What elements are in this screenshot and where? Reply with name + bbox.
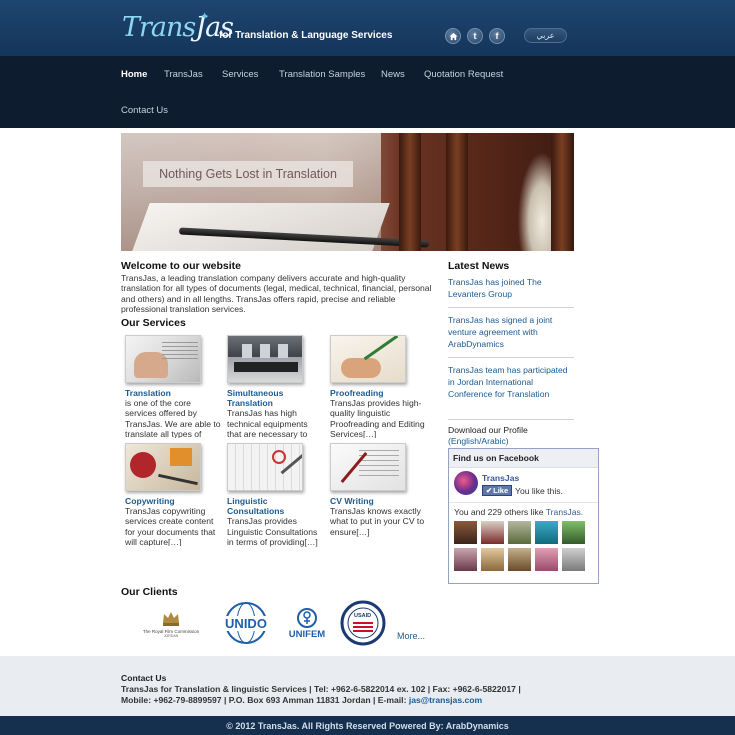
nav-item-quotation-request[interactable]: Quotation Request [424,69,503,80]
facebook-page-name[interactable]: TransJas [482,473,519,483]
nav-item-translation-samples[interactable]: Translation Samples [279,69,365,80]
footer-contact-heading: Contact Us [121,673,167,683]
client-country: JORDAN [163,633,179,638]
clients-more-link[interactable]: More... [397,631,425,641]
banner-paper-sheet [132,203,390,251]
facebook-box-title: Find us on Facebook [449,449,598,468]
facebook-icon[interactable]: f [489,28,505,44]
transjas-logo[interactable]: TransJas ✦ [122,10,234,48]
news-item[interactable]: TransJas has joined The Levanters Group [448,276,574,300]
hero-banner: Nothing Gets Lost in Translation [121,133,574,251]
service-description: TransJas copywriting services create con… [125,506,216,547]
facebook-like-count: You and 229 others like TransJas. [454,507,584,517]
footer-contact-line-2: Mobile: +962-79-8899597 | P.O. Box 693 A… [121,695,483,705]
service-card-copywriting[interactable]: Copywriting TransJas copywriting service… [125,443,221,546]
news-divider [448,357,574,358]
service-title[interactable]: CV Writing [330,496,426,506]
client-logo-unido[interactable]: UNIDO [220,601,272,645]
client-name: UNIFEM [288,628,326,640]
service-image-translation[interactable] [125,335,201,383]
facebook-like-box: Find us on Facebook TransJas ✔ Like You l… [448,448,599,584]
service-image-linguistic-consultations[interactable] [227,443,303,491]
unifem-emblem-icon [297,607,317,628]
fan-avatar[interactable] [454,548,477,571]
usaid-seal-icon [340,600,386,646]
download-profile-link[interactable]: (English/Arabic) [448,436,574,447]
facebook-page-avatar[interactable] [454,471,478,495]
fan-avatar[interactable] [481,548,504,571]
service-title[interactable]: Proofreading [330,388,426,398]
welcome-text: TransJas, a leading translation company … [121,273,432,315]
news-divider [448,307,574,308]
footer-email-link[interactable]: jas@transjas.com [409,695,482,705]
service-card-proofreading[interactable]: Proofreading TransJas provides high-qual… [330,335,426,438]
fan-avatar[interactable] [454,521,477,544]
fan-avatar[interactable] [562,548,585,571]
fan-avatar[interactable] [535,521,558,544]
facebook-page-link[interactable]: TransJas. [546,507,583,517]
banner-hourglass-post [551,133,573,251]
service-card-simultaneous-translation[interactable]: Simultaneous Translation TransJas has hi… [227,335,323,448]
service-image-simultaneous-translation[interactable] [227,335,303,383]
nav-item-services[interactable]: Services [222,69,258,80]
service-title[interactable]: Copywriting [125,496,221,506]
fan-avatar[interactable] [481,521,504,544]
service-title[interactable]: Linguistic Consultations [227,496,323,516]
download-profile-label: Download our Profile [448,425,528,435]
service-card-translation[interactable]: Translation is one of the core services … [125,335,221,438]
facebook-you-like-text: You like this. [515,486,563,496]
service-description: TransJas provides Linguistic Consultatio… [227,516,318,547]
footer-contact-line-1: TransJas for Translation & linguistic Se… [121,684,521,694]
news-item[interactable]: TransJas has signed a joint venture agre… [448,314,574,350]
client-name: USAID [354,613,372,619]
logo-star-icon: ✦ [200,11,210,23]
clients-heading: Our Clients [121,586,178,598]
nav-item-contact-us[interactable]: Contact Us [121,105,168,116]
fan-avatar[interactable] [508,521,531,544]
services-heading: Our Services [121,317,186,329]
fan-avatar[interactable] [562,521,585,544]
news-item[interactable]: TransJas team has participated in Jordan… [448,364,574,400]
banner-hourglass-post [399,133,421,251]
facebook-like-button[interactable]: ✔ Like [482,485,512,496]
nav-item-home[interactable]: Home [121,69,147,80]
news-divider [448,419,574,420]
home-icon[interactable] [445,28,461,44]
facebook-divider [449,502,598,503]
welcome-heading: Welcome to our website [121,260,241,272]
client-logo-royal-film-commission[interactable]: The Royal Film Commission JORDAN [136,603,206,643]
top-header: TransJas ✦ for Translation & Language Se… [0,0,735,56]
service-image-cv-writing[interactable] [330,443,406,491]
nav-item-transjas[interactable]: TransJas [164,69,203,80]
main-nav: Home TransJas Services Translation Sampl… [0,56,735,128]
check-icon: ✔ [485,486,493,495]
header-tagline: for Translation & Language Services [219,30,393,41]
service-title[interactable]: Simultaneous Translation [227,388,323,408]
service-description: TransJas provides high-quality linguisti… [330,398,425,439]
twitter-icon[interactable]: t [467,28,483,44]
banner-caption: Nothing Gets Lost in Translation [143,161,353,187]
copyright-bar: © 2012 TransJas. All Rights Reserved Pow… [0,716,735,735]
fan-avatar[interactable] [508,548,531,571]
client-logo-unifem[interactable]: UNIFEM [284,601,330,645]
nav-item-news[interactable]: News [381,69,405,80]
service-description: is one of the core services offered by T… [125,398,221,439]
service-description: TransJas knows exactly what to put in yo… [330,506,425,537]
crown-icon [163,611,179,626]
fan-avatar[interactable] [535,548,558,571]
client-logo-usaid[interactable]: USAID [340,600,386,646]
download-profile: Download our Profile (English/Arabic) [448,425,574,447]
logo-text-trans: Trans [122,12,196,43]
service-image-proofreading[interactable] [330,335,406,383]
service-card-cv-writing[interactable]: CV Writing TransJas knows exactly what t… [330,443,426,546]
news-heading: Latest News [448,260,510,272]
arabic-language-button[interactable]: عربي [524,28,567,43]
client-name: UNIDO [224,615,268,631]
service-title[interactable]: Translation [125,388,221,398]
service-image-copywriting[interactable] [125,443,201,491]
banner-hourglass-post [446,133,468,251]
service-card-linguistic-consultations[interactable]: Linguistic Consultations TransJas provid… [227,443,323,556]
